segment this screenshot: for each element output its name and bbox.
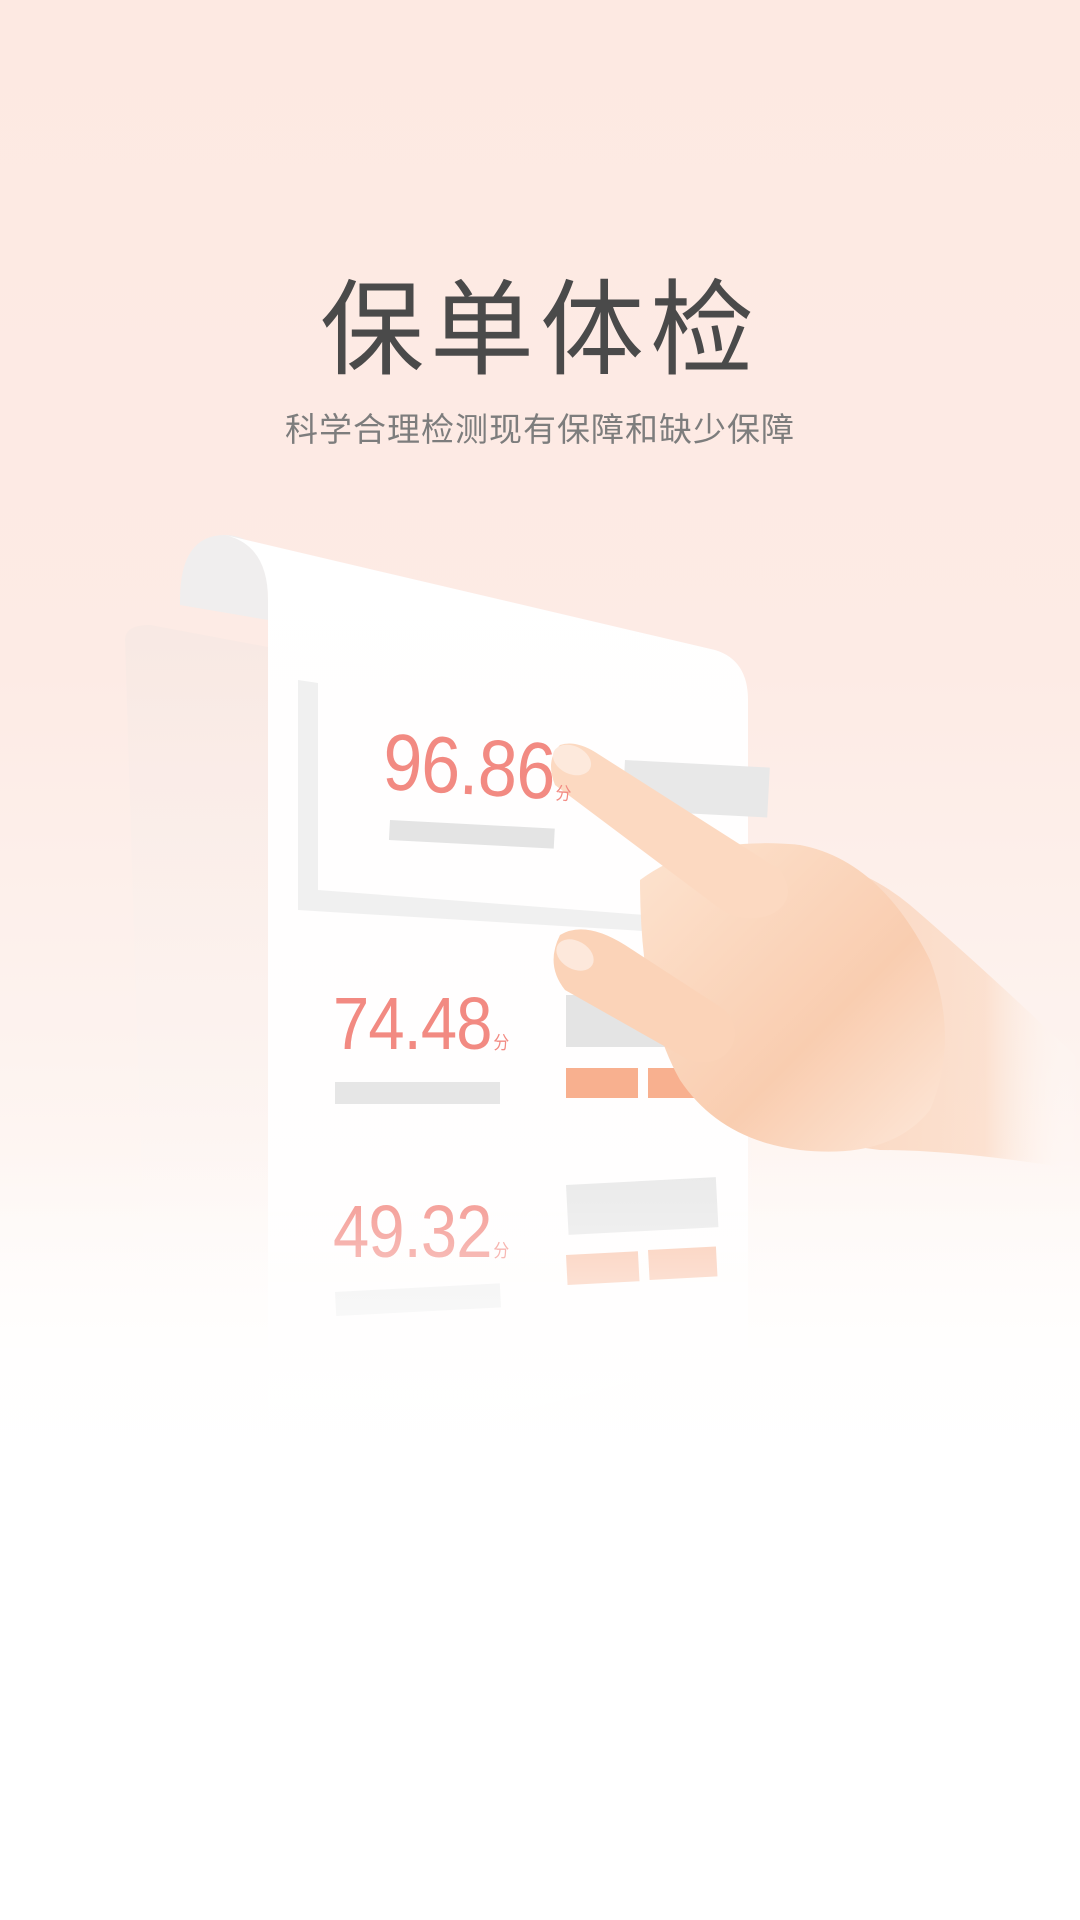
policy-checkup-illustration: [125, 535, 1080, 1480]
score-number: 49.32: [333, 1190, 492, 1273]
bar-gray-3: [335, 1082, 500, 1104]
page-title: 保单体检: [319, 269, 760, 391]
score-number: 74.48: [333, 982, 492, 1065]
score-value-3: 49.32分: [333, 1195, 509, 1269]
score-value-2: 74.48分: [333, 987, 509, 1061]
bar-accent-1: [566, 1068, 638, 1098]
bar-accent-4: [648, 1246, 718, 1280]
score-unit: 分: [493, 1241, 510, 1261]
bar-gray-6: [566, 1177, 719, 1235]
bar-accent-3: [566, 1251, 640, 1285]
score-number: 96.86: [381, 717, 557, 817]
score-value-1: 96.86分: [381, 717, 574, 816]
splash-screen: 保单体检 科学合理检测现有保障和缺少保障 96.86分 74.48分 49.32…: [0, 0, 1080, 1920]
score-unit: 分: [493, 1033, 510, 1053]
page-subtitle: 科学合理检测现有保障和缺少保障: [285, 410, 795, 449]
score-unit: 分: [555, 783, 572, 805]
